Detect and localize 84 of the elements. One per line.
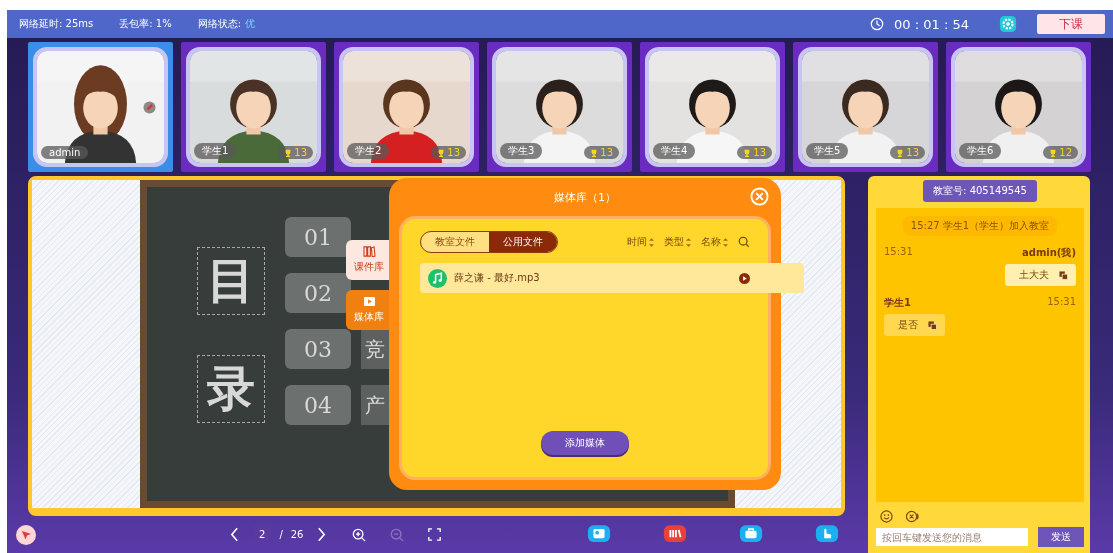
packet-loss-text: 丢包率: 1% bbox=[119, 17, 172, 31]
page-number[interactable]: 2 bbox=[253, 526, 272, 543]
copy-icon[interactable] bbox=[1059, 270, 1068, 280]
video-tile[interactable]: 学生2 13 bbox=[334, 42, 479, 172]
slide-item-number: 04 bbox=[285, 385, 351, 425]
message-text: 是否 bbox=[898, 318, 918, 332]
previous-page-icon[interactable] bbox=[230, 527, 239, 542]
dialog-title: 媒体库（1） bbox=[554, 189, 616, 205]
slide-item-number: 02 bbox=[285, 273, 351, 313]
toolbox-icon[interactable] bbox=[663, 524, 687, 545]
video-tile[interactable]: 学生1 13 bbox=[181, 42, 326, 172]
participant-name: 学生5 bbox=[806, 143, 849, 159]
video-tile[interactable]: 学生5 13 bbox=[793, 42, 938, 172]
trophy-number: 13 bbox=[447, 147, 460, 158]
trophy-icon bbox=[896, 148, 905, 157]
settings-icon[interactable] bbox=[999, 15, 1017, 33]
slide-item-number: 03 bbox=[285, 329, 351, 369]
books-icon bbox=[362, 246, 376, 257]
sort-arrows-icon bbox=[649, 237, 654, 247]
network-state-value: 优 bbox=[245, 17, 256, 31]
sort-button[interactable]: 名称 bbox=[701, 235, 728, 249]
trophy-icon bbox=[590, 148, 599, 157]
sort-arrows-icon bbox=[723, 237, 728, 247]
send-button[interactable]: 发送 bbox=[1038, 527, 1084, 547]
trophy-number: 13 bbox=[600, 147, 613, 158]
zoom-in-icon[interactable] bbox=[352, 527, 367, 542]
pen-icon[interactable] bbox=[143, 101, 156, 114]
trophy-number: 12 bbox=[1059, 147, 1072, 158]
sort-arrows-icon bbox=[686, 237, 691, 247]
video-tile[interactable]: admin bbox=[28, 42, 173, 172]
trophy-number: 13 bbox=[906, 147, 919, 158]
slide-heading-char: 目 bbox=[197, 247, 265, 315]
next-page-icon[interactable] bbox=[317, 527, 327, 542]
search-icon[interactable] bbox=[738, 236, 750, 248]
page-separator: / bbox=[279, 529, 283, 540]
message-time: 15:31 bbox=[1047, 296, 1076, 309]
trophy-icon bbox=[437, 148, 446, 157]
participant-name: 学生3 bbox=[500, 143, 543, 159]
classroom-number: 教室号: 405149545 bbox=[923, 180, 1037, 202]
trophy-icon bbox=[1049, 148, 1058, 157]
briefcase-icon[interactable] bbox=[739, 524, 763, 545]
library-tab[interactable]: 课件库 bbox=[346, 240, 392, 280]
add-media-button[interactable]: 添加媒体 bbox=[541, 431, 629, 455]
total-pages: 26 bbox=[290, 529, 304, 540]
latency-text: 网络延时: 25ms bbox=[19, 17, 94, 31]
file-tab[interactable]: 教室文件 bbox=[421, 232, 489, 252]
trophy-icon bbox=[284, 148, 293, 157]
student-list-icon[interactable] bbox=[587, 524, 611, 545]
file-row[interactable]: 薛之谦 - 最好.mp3 bbox=[420, 263, 804, 293]
message-text: 土大夫 bbox=[1019, 268, 1049, 282]
message-input[interactable]: 按回车键发送您的消息 bbox=[876, 528, 1028, 546]
participant-name: admin bbox=[41, 146, 89, 159]
join-notice: 15:27 学生1（学生）加入教室 bbox=[902, 216, 1058, 236]
message-sender: admin(我) bbox=[1022, 246, 1076, 260]
trophy-number: 13 bbox=[753, 147, 766, 158]
network-state-label: 网络状态: bbox=[197, 17, 242, 31]
fullscreen-icon[interactable] bbox=[428, 528, 442, 541]
participant-name: 学生1 bbox=[194, 143, 237, 159]
sort-button[interactable]: 时间 bbox=[627, 235, 654, 249]
video-tile[interactable]: 学生3 13 bbox=[487, 42, 632, 172]
video-tile[interactable]: 学生6 12 bbox=[946, 42, 1091, 172]
emoji-icon[interactable] bbox=[880, 510, 893, 523]
participant-name: 学生6 bbox=[959, 143, 1002, 159]
sort-button[interactable]: 类型 bbox=[664, 235, 691, 249]
video-tile[interactable]: 学生4 13 bbox=[640, 42, 785, 172]
slide-item-number: 01 bbox=[285, 217, 351, 257]
play-icon[interactable] bbox=[739, 272, 750, 284]
copy-icon[interactable] bbox=[928, 320, 937, 330]
message-sender: 学生1 bbox=[884, 296, 911, 310]
participant-name: 学生4 bbox=[653, 143, 696, 159]
class-timer: 00 : 01 : 54 bbox=[894, 16, 969, 32]
pointer-icon[interactable] bbox=[16, 524, 36, 545]
video-icon bbox=[362, 296, 376, 307]
slide-heading-char: 录 bbox=[197, 355, 265, 423]
file-name: 薛之谦 - 最好.mp3 bbox=[454, 271, 540, 285]
end-class-button[interactable]: 下课 bbox=[1037, 14, 1105, 34]
music-file-icon bbox=[428, 268, 447, 288]
trophy-icon bbox=[743, 148, 752, 157]
participant-name: 学生2 bbox=[347, 143, 390, 159]
file-tab[interactable]: 公用文件 bbox=[489, 232, 557, 252]
clock-icon bbox=[870, 17, 885, 31]
trophy-number: 13 bbox=[294, 147, 307, 158]
message-time: 15:31 bbox=[884, 246, 913, 259]
mute-chat-icon[interactable] bbox=[905, 510, 920, 523]
